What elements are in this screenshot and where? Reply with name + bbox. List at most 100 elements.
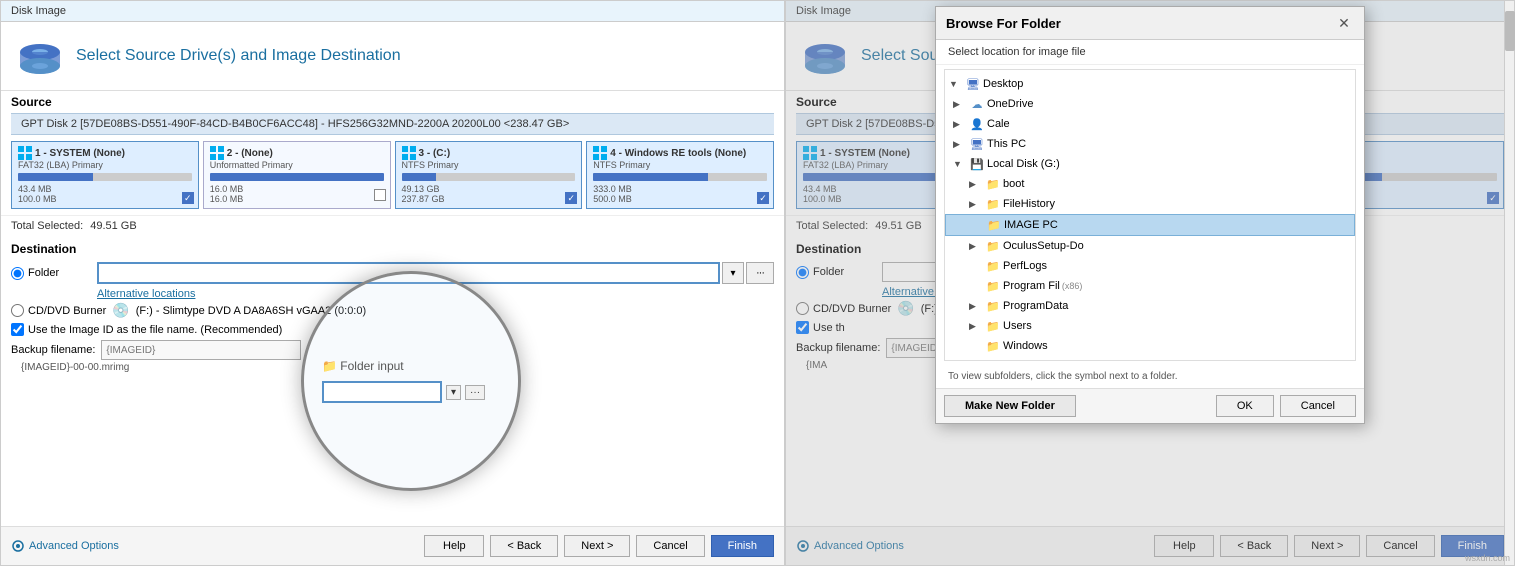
windows-icon-4 — [593, 146, 607, 160]
next-button[interactable]: Next > — [564, 535, 630, 557]
windows-icon-3 — [402, 146, 416, 160]
pc-icon: 🖥 — [969, 136, 985, 152]
settings-icon — [11, 539, 25, 553]
partition-2-bar — [210, 173, 384, 181]
tree-item-windows[interactable]: 📁 Windows — [945, 336, 1355, 356]
dialog-overlay: Browse For Folder ✕ Select location for … — [786, 1, 1514, 565]
dialog-close-button[interactable]: ✕ — [1334, 13, 1354, 33]
tree-item-desktop[interactable]: ▼ 🖥 Desktop — [945, 74, 1355, 94]
dialog-hint: To view subfolders, click the symbol nex… — [936, 365, 1364, 388]
folder-icon-oculus: 📁 — [985, 238, 1001, 254]
folder-tree[interactable]: ▼ 🖥 Desktop ▶ ☁ OneDrive ▶ 👤 Cale — [944, 69, 1356, 361]
tree-item-cale[interactable]: ▶ 👤 Cale — [945, 114, 1355, 134]
tree-arrow-desktop: ▼ — [949, 79, 963, 89]
partitions-container: 1 - SYSTEM (None) FAT32 (LBA) Primary 43… — [11, 141, 774, 209]
destination-section: Destination Folder ▾ ··· Alternative loc… — [1, 236, 784, 379]
partition-1-label: 1 - SYSTEM (None) — [18, 146, 192, 160]
tree-item-onedrive[interactable]: ▶ ☁ OneDrive — [945, 94, 1355, 114]
left-panel: Disk Image Select Source Drive(s) and Im… — [0, 0, 785, 566]
tree-item-filehistory[interactable]: ▶ 📁 FileHistory — [945, 194, 1355, 214]
windows-icon — [18, 146, 32, 160]
left-bottom-bar: Advanced Options Help < Back Next > Canc… — [1, 526, 784, 565]
ellipsis-icon: ··· — [756, 267, 764, 279]
tree-item-users[interactable]: ▶ 📁 Users — [945, 316, 1355, 336]
disk-image-icon — [16, 32, 64, 80]
tree-item-programdata[interactable]: ▶ 📁 ProgramData — [945, 296, 1355, 316]
partition-3-checkbox[interactable] — [565, 190, 577, 205]
tree-item-imagepc[interactable]: 📁 IMAGE PC — [945, 214, 1355, 236]
windows-icon-2 — [210, 146, 224, 160]
partition-1[interactable]: 1 - SYSTEM (None) FAT32 (LBA) Primary 43… — [11, 141, 199, 209]
disk-info-bar: GPT Disk 2 [57DE08BS-D551-490F-84CD-B4B0… — [11, 113, 774, 135]
tree-item-perflogs[interactable]: 📁 PerfLogs — [945, 256, 1355, 276]
partition-2-checkbox[interactable] — [374, 189, 386, 204]
folder-icon-programdata: 📁 — [985, 298, 1001, 314]
dialog-title: Browse For Folder — [946, 16, 1061, 31]
folder-input-row: ▾ ··· — [97, 262, 774, 284]
partition-4-label: 4 - Windows RE tools (None) — [593, 146, 767, 160]
source-section-label: Source — [1, 91, 784, 113]
help-button[interactable]: Help — [424, 535, 484, 557]
folder-radio-label[interactable]: Folder — [11, 267, 91, 280]
left-panel-header: Select Source Drive(s) and Image Destina… — [1, 22, 784, 91]
folder-icon-imagepc: 📁 — [986, 217, 1002, 233]
folder-path-input[interactable] — [97, 262, 720, 284]
panel-heading: Select Source Drive(s) and Image Destina… — [76, 47, 401, 65]
use-image-id-checkbox[interactable] — [11, 323, 24, 336]
folder-icon-programfiles: 📁 — [985, 278, 1001, 294]
browse-button[interactable]: ··· — [746, 262, 774, 284]
cddvd-drive-icon: 💿 — [112, 302, 129, 319]
imageid-template: {IMAGEID}-00-00.mrimg — [11, 362, 774, 373]
partition-3-bar — [402, 173, 576, 181]
tree-item-thispc[interactable]: ▶ 🖥 This PC — [945, 134, 1355, 154]
tree-item-oculus[interactable]: ▶ 📁 OculusSetup-Do — [945, 236, 1355, 256]
dialog-subtitle: Select location for image file — [936, 40, 1364, 65]
dialog-cancel-button[interactable]: Cancel — [1280, 395, 1356, 417]
folder-radio[interactable] — [11, 267, 24, 280]
tree-item-boot[interactable]: ▶ 📁 boot — [945, 174, 1355, 194]
cddvd-radio[interactable] — [11, 304, 24, 317]
left-panel-title: Disk Image — [1, 1, 784, 22]
partition-1-checkbox[interactable] — [182, 190, 194, 205]
folder-icon-perflogs: 📁 — [985, 258, 1001, 274]
partition-2-label: 2 - (None) — [210, 146, 384, 160]
use-image-id-row: Use the Image ID as the file name. (Reco… — [11, 321, 774, 338]
backup-filename-input[interactable] — [101, 340, 301, 360]
partition-4[interactable]: 4 - Windows RE tools (None) NTFS Primary… — [586, 141, 774, 209]
browse-folder-dialog: Browse For Folder ✕ Select location for … — [935, 6, 1365, 424]
magnified-folder-input[interactable] — [322, 381, 442, 403]
wsxdn-badge: wsxdn.com — [1465, 553, 1510, 563]
backup-filename-row: Backup filename: — [11, 338, 774, 362]
partition-4-checkbox[interactable] — [757, 190, 769, 205]
user-icon: 👤 — [969, 116, 985, 132]
partition-2[interactable]: 2 - (None) Unformatted Primary 16.0 MB 1… — [203, 141, 391, 209]
dialog-buttons: Make New Folder OK Cancel — [936, 388, 1364, 423]
back-button[interactable]: < Back — [490, 535, 558, 557]
dialog-ok-button[interactable]: OK — [1216, 395, 1274, 417]
dialog-titlebar: Browse For Folder ✕ — [936, 7, 1364, 40]
tree-item-programfiles[interactable]: 📁 Program Fil (x86) — [945, 276, 1355, 296]
advanced-options-link[interactable]: Advanced Options — [11, 539, 119, 553]
cddvd-radio-label[interactable]: CD/DVD Burner — [11, 304, 106, 317]
bottom-buttons: Help < Back Next > Cancel Finish — [424, 535, 774, 557]
total-selected: Total Selected: 49.51 GB — [1, 215, 784, 236]
cloud-icon: ☁ — [969, 96, 985, 112]
disk-icon-tree: 💾 — [969, 156, 985, 172]
alt-locations-link[interactable]: Alternative locations — [11, 288, 774, 300]
make-new-folder-button[interactable]: Make New Folder — [944, 395, 1076, 417]
dropdown-button[interactable]: ▾ — [722, 262, 744, 284]
folder-icon-windows: 📁 — [985, 338, 1001, 354]
partition-1-bar — [18, 173, 192, 181]
folder-row: Folder ▾ ··· — [11, 262, 774, 284]
finish-button[interactable]: Finish — [711, 535, 774, 557]
right-panel: Disk Image Select Source Dr Source GPT D… — [785, 0, 1515, 566]
cancel-button[interactable]: Cancel — [636, 535, 704, 557]
partition-3[interactable]: 3 - (C:) NTFS Primary 49.13 GB 237.87 GB — [395, 141, 583, 209]
folder-icon-filehistory: 📁 — [985, 196, 1001, 212]
chevron-down-icon: ▾ — [730, 268, 735, 279]
folder-icon-boot: 📁 — [985, 176, 1001, 192]
tree-item-localdisk[interactable]: ▼ 💾 Local Disk (G:) — [945, 154, 1355, 174]
cddvd-row: CD/DVD Burner 💿 (F:) - Slimtype DVD A DA… — [11, 300, 774, 321]
desktop-icon: 🖥 — [965, 76, 981, 92]
close-icon: ✕ — [1338, 15, 1350, 32]
